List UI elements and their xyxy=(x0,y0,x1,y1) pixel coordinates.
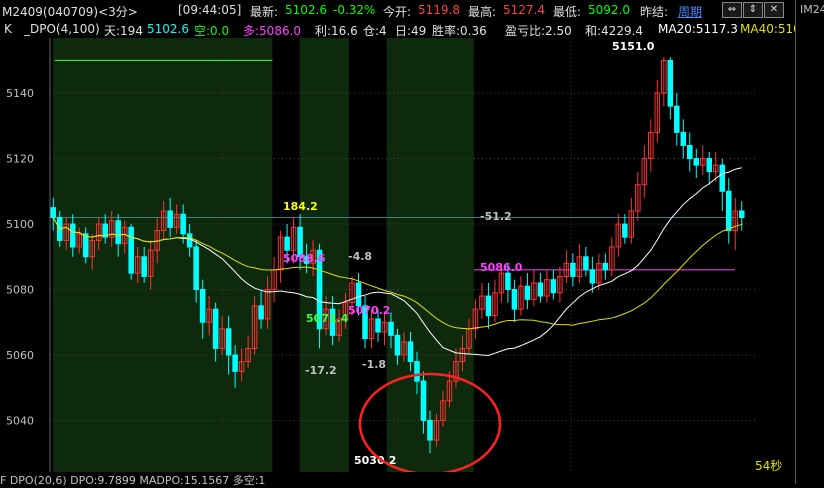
candle-body xyxy=(186,233,193,248)
candle-body xyxy=(141,256,147,277)
chart-annotation: 5088.6 xyxy=(283,252,326,265)
candle-body xyxy=(82,233,89,258)
chart-annotation: 5070.2 xyxy=(348,304,390,317)
candle-body xyxy=(394,334,401,356)
chart-annotation: 5151.0 xyxy=(612,40,655,53)
high-value: 5127.4 xyxy=(503,3,545,17)
candle-body xyxy=(680,131,687,146)
candle-body xyxy=(50,207,57,218)
candle-body xyxy=(225,328,232,356)
candle-body xyxy=(212,308,219,349)
y-tick-label: 5060 xyxy=(6,349,34,362)
chart-annotation: 5086.0 xyxy=(480,261,523,274)
empty-value: 空:0.0 xyxy=(194,24,230,38)
candle-body xyxy=(284,236,290,251)
candle-body xyxy=(414,361,420,382)
open-value: 5119.8 xyxy=(418,3,460,17)
candle-body xyxy=(674,105,680,133)
candle-body xyxy=(375,318,381,333)
candle-body xyxy=(180,213,186,235)
sum-value: 和:4229.4 xyxy=(585,24,644,38)
candle-body xyxy=(420,380,427,421)
candle-body xyxy=(570,262,576,277)
candle-body xyxy=(115,220,121,245)
candle-body xyxy=(667,59,674,107)
seconds-countdown: 54秒 xyxy=(755,459,783,473)
candlestick-chart[interactable]: 5040 5060 5080 5100 5120 5140 184.2 -51.2 5088.… xyxy=(0,38,795,472)
signal-zone xyxy=(386,38,474,472)
high-label: 最高: xyxy=(468,5,497,19)
maximize-icon[interactable]: ⇔ xyxy=(722,2,742,18)
days-label: 天:194 xyxy=(104,24,143,38)
candle-body xyxy=(550,279,557,294)
y-tick-label: 5080 xyxy=(6,284,34,297)
pl-ratio-value: 盈亏比:2.50 xyxy=(505,24,572,38)
candle-body xyxy=(128,226,134,274)
candle-body xyxy=(193,246,199,291)
candle-body xyxy=(738,210,745,218)
candle-body xyxy=(687,144,693,160)
candle-body xyxy=(524,285,531,300)
chart-annotation: -1.8 xyxy=(362,358,386,371)
chart-annotation: 5071.4 xyxy=(306,312,349,325)
restore-icon[interactable]: ⇕ xyxy=(743,2,763,18)
candle-body xyxy=(725,190,732,232)
candle-body xyxy=(583,256,589,271)
chart-annotation: -4.8 xyxy=(348,250,372,263)
k-label: K xyxy=(4,22,12,36)
chart-annotation: -17.2 xyxy=(305,364,337,377)
candle-body xyxy=(693,158,700,166)
y-tick-label: 5040 xyxy=(6,414,34,427)
y-tick-label: 5120 xyxy=(6,153,34,166)
candle-body xyxy=(355,282,362,307)
quote-header: M2409(040709)<3分> [09:44:05] 最新: 5102.6 … xyxy=(0,0,824,20)
profit-value: 利:16.6 xyxy=(315,24,358,38)
side-panel xyxy=(795,0,824,484)
candle-body xyxy=(199,289,206,323)
candle-body xyxy=(602,262,609,271)
candle-body xyxy=(407,341,414,363)
position-value: 仓:4 xyxy=(363,24,387,38)
low-value: 5092.0 xyxy=(588,3,630,17)
latest-label: 最新: xyxy=(250,5,279,19)
candle-body xyxy=(388,321,394,336)
chart-annotation: -51.2 xyxy=(480,210,512,223)
candle-body xyxy=(511,289,518,310)
chart-annotation: 184.2 xyxy=(283,200,318,213)
latest-value: 5102.6 xyxy=(285,3,327,17)
symbol-label[interactable]: M2409(040709)<3分> xyxy=(2,3,138,20)
candle-body xyxy=(719,164,726,192)
y-tick-label: 5140 xyxy=(6,87,34,100)
change-value: -0.32% xyxy=(333,3,376,17)
candle-body xyxy=(232,354,238,372)
indicator-bar: K _DPO(4,100) 天:194 5102.6 空:0.0 多:5086.… xyxy=(0,20,820,38)
close-icon[interactable]: ✕ xyxy=(764,2,784,18)
candle-body xyxy=(537,282,544,297)
candle-body xyxy=(505,272,511,291)
candle-body xyxy=(706,158,713,173)
candle-body xyxy=(427,419,433,441)
time-label: [09:44:05] xyxy=(178,3,242,17)
candle-body xyxy=(69,223,76,248)
prev-settle-label: 昨结: xyxy=(640,5,669,19)
open-label: 今开: xyxy=(383,5,412,19)
dpo-label[interactable]: _DPO(4,100) xyxy=(24,22,100,36)
bottom-indicator: F DPO(20,6) DPO:9.7899 MADPO:15.1567 多空:… xyxy=(0,474,266,487)
long-value: 多:5086.0 xyxy=(243,24,302,38)
candle-body xyxy=(167,210,173,228)
winrate-value: 胜率:0.36 xyxy=(432,24,487,38)
candle-body xyxy=(622,223,628,238)
candle-body xyxy=(589,269,596,284)
candle-body xyxy=(485,295,492,317)
low-label: 最低: xyxy=(553,5,582,19)
days2-value: 日:49 xyxy=(395,24,427,38)
ma20-value: MA20:5117.3 xyxy=(658,22,738,36)
period-link[interactable]: 周期 xyxy=(678,3,702,20)
price-value: 5102.6 xyxy=(147,22,189,36)
candle-body xyxy=(258,305,264,320)
side-panel-label: IM24 xyxy=(800,3,824,16)
y-tick-label: 5100 xyxy=(6,218,34,231)
